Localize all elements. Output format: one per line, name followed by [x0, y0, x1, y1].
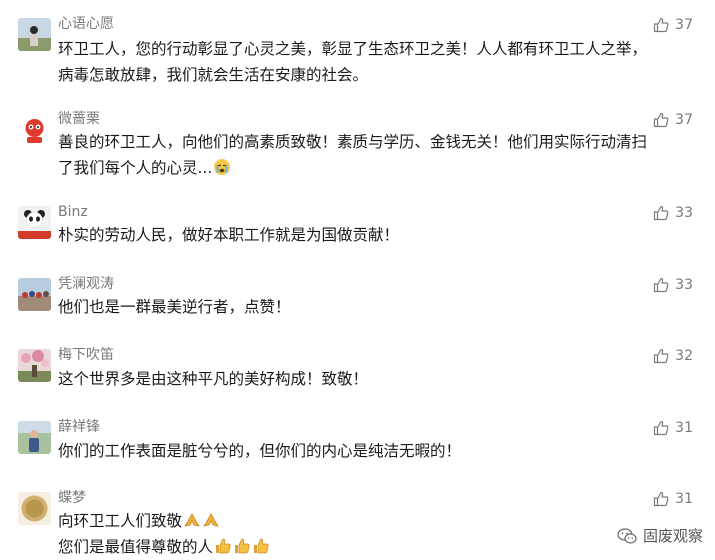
comment-text: 善良的环卫工人，向他们的高素质致敬！素质与学历、金钱无关！他们用实际行动清扫 了…: [58, 129, 688, 181]
comment-text: 他们也是一群最美逆行者，点赞！: [58, 294, 688, 320]
comment-author[interactable]: 凭澜观涛: [58, 275, 114, 293]
comment-line-with-emoji: 向环卫工人们致敬: [58, 508, 688, 534]
thumbs-up-outline-icon: [654, 420, 669, 436]
like-count: 31: [675, 420, 693, 436]
comment-line-text: 您们是最值得尊敬的人: [58, 538, 214, 556]
thumbs-up-emoji: [233, 537, 251, 555]
comment-author[interactable]: 微蔷栗: [58, 110, 100, 128]
person-photo-avatar[interactable]: [18, 18, 51, 51]
thumbs-up-outline-icon: [654, 348, 669, 364]
comment-author[interactable]: 梅下吹笛: [58, 346, 114, 364]
thumbs-up-emoji: [252, 537, 270, 555]
comment-line-text: 了我们每个人的心灵...: [58, 159, 213, 177]
like-button[interactable]: 37: [653, 16, 693, 34]
praying-hands-emoji: [202, 511, 220, 529]
comment-line: 你们的工作表面是脏兮兮的，但你们的内心是纯洁无暇的！: [58, 442, 462, 460]
crying-face-emoji: [213, 158, 231, 176]
blossom-photo-avatar[interactable]: [18, 349, 51, 382]
like-button[interactable]: 31: [653, 490, 693, 508]
comment-text: 你们的工作表面是脏兮兮的，但你们的内心是纯洁无暇的！: [58, 438, 688, 464]
gold-circle-avatar[interactable]: [18, 492, 51, 525]
wechat-icon: [617, 527, 637, 544]
comment-author[interactable]: Binz: [58, 203, 88, 221]
like-button[interactable]: 32: [653, 347, 693, 365]
praying-hands-emoji: [183, 511, 201, 529]
like-button[interactable]: 37: [653, 111, 693, 129]
like-count: 37: [675, 17, 693, 33]
thumbs-up-outline-icon: [654, 112, 669, 128]
like-button[interactable]: 33: [653, 276, 693, 294]
comment-author[interactable]: 蝶梦: [58, 489, 86, 507]
like-count: 33: [675, 205, 693, 221]
like-count: 33: [675, 277, 693, 293]
thumbs-up-outline-icon: [654, 277, 669, 293]
comment-text: 这个世界多是由这种平凡的美好构成！致敬！: [58, 366, 688, 392]
thumbs-up-outline-icon: [654, 491, 669, 507]
comment-line: 这个世界多是由这种平凡的美好构成！致敬！: [58, 370, 369, 388]
like-count: 31: [675, 491, 693, 507]
comment-line: 朴实的劳动人民，做好本职工作就是为国做贡献！: [58, 226, 400, 244]
like-count: 32: [675, 348, 693, 364]
comment-text: 朴实的劳动人民，做好本职工作就是为国做贡献！: [58, 222, 688, 248]
thumbs-up-outline-icon: [654, 205, 669, 221]
comment-author[interactable]: 薛祥锋: [58, 418, 100, 436]
watermark-label: 固废观察: [642, 527, 703, 545]
like-count: 37: [675, 112, 693, 128]
comment-text: 环卫工人，您的行动彰显了心灵之美，彰显了生态环卫之美！人人都有环卫工人之举， 病…: [58, 36, 688, 88]
account-watermark: 固废观察: [617, 525, 703, 546]
comment-line-with-emoji: 您们是最值得尊敬的人: [58, 534, 688, 560]
thumbs-up-outline-icon: [654, 17, 669, 33]
panda-avatar[interactable]: [18, 206, 51, 239]
red-mascot-avatar[interactable]: [18, 113, 51, 146]
comment-line: 善良的环卫工人，向他们的高素质致敬！素质与学历、金钱无关！他们用实际行动清扫: [58, 133, 648, 151]
thumbs-up-emoji: [214, 537, 232, 555]
comment-text: 向环卫工人们致敬 您们是最值得尊敬的人: [58, 508, 688, 560]
like-button[interactable]: 31: [653, 419, 693, 437]
comment-line-text: 向环卫工人们致敬: [58, 512, 183, 530]
comment-line: 他们也是一群最美逆行者，点赞！: [58, 298, 291, 316]
comment-line-with-emoji: 了我们每个人的心灵...: [58, 155, 688, 181]
crowd-photo-avatar[interactable]: [18, 278, 51, 311]
comment-author[interactable]: 心语心愿: [58, 15, 114, 33]
comment-line: 环卫工人，您的行动彰显了心灵之美，彰显了生态环卫之美！人人都有环卫工人之举，: [58, 40, 648, 58]
comment-line: 病毒怎敢放肆，我们就会生活在安康的社会。: [58, 66, 369, 84]
person-outdoor-avatar[interactable]: [18, 421, 51, 454]
like-button[interactable]: 33: [653, 204, 693, 222]
